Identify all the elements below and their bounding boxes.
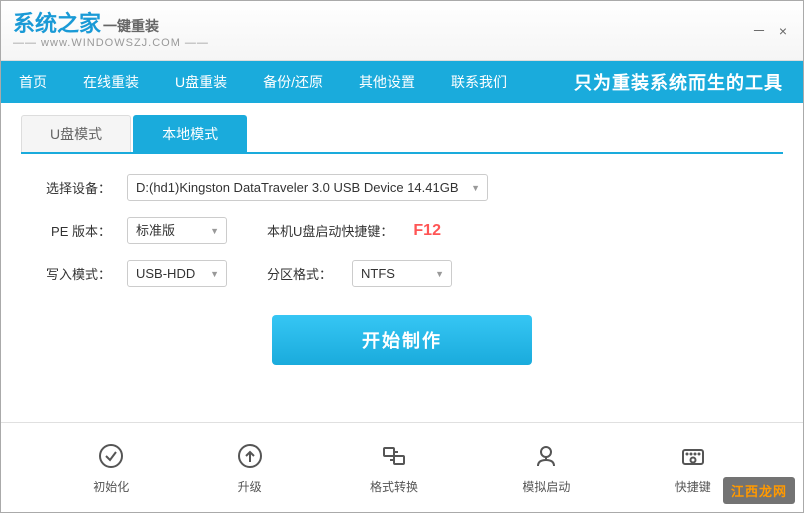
write-label: 写入模式： bbox=[41, 264, 111, 283]
close-button[interactable]: × bbox=[775, 23, 791, 39]
nav-item-contact[interactable]: 联系我们 bbox=[433, 61, 525, 103]
upgrade-icon bbox=[234, 440, 266, 472]
minimize-button[interactable]: － bbox=[751, 23, 767, 39]
nav-slogan: 只为重装系统而生的工具 bbox=[574, 69, 803, 95]
device-row: 选择设备： D:(hd1)Kingston DataTraveler 3.0 U… bbox=[41, 174, 763, 201]
partition-select-wrapper: NTFS bbox=[352, 260, 452, 287]
init-icon bbox=[95, 440, 127, 472]
title-text: 系统之家 bbox=[13, 11, 101, 36]
nav-item-backup[interactable]: 备份/还原 bbox=[245, 61, 341, 103]
bottom-bar: 初始化 升级 bbox=[1, 422, 803, 512]
write-row: 写入模式： USB-HDD 分区格式： NTFS bbox=[41, 260, 763, 287]
app-logo: 系统之家一键重装 —— www.WINDOWSZJ.COM —— bbox=[13, 13, 209, 49]
shortcut-icon bbox=[677, 440, 709, 472]
content-area: U盘模式 本地模式 选择设备： D:(hd1)Kingston DataTrav… bbox=[1, 103, 803, 512]
form-area: 选择设备： D:(hd1)Kingston DataTraveler 3.0 U… bbox=[1, 154, 803, 422]
simulate-label: 模拟启动 bbox=[522, 478, 570, 495]
pe-row: PE 版本： 标准版 本机U盘启动快捷键： F12 bbox=[41, 217, 763, 244]
pe-select[interactable]: 标准版 bbox=[127, 217, 227, 244]
shortcut-label: 快捷键 bbox=[675, 478, 711, 495]
window-controls: － × bbox=[751, 23, 791, 39]
nav-items: 首页 在线重装 U盘重装 备份/还原 其他设置 联系我们 bbox=[1, 61, 525, 103]
bottom-item-init[interactable]: 初始化 bbox=[93, 440, 129, 495]
pe-select-wrapper: 标准版 bbox=[127, 217, 227, 244]
titlebar: 系统之家一键重装 —— www.WINDOWSZJ.COM —— － × bbox=[1, 1, 803, 61]
hotkey-label: 本机U盘启动快捷键： bbox=[267, 221, 393, 240]
app-title: 系统之家一键重装 bbox=[13, 13, 159, 35]
init-label: 初始化 bbox=[93, 478, 129, 495]
write-select[interactable]: USB-HDD bbox=[127, 260, 227, 287]
nav-item-online[interactable]: 在线重装 bbox=[65, 61, 157, 103]
nav-item-settings[interactable]: 其他设置 bbox=[341, 61, 433, 103]
simulate-icon bbox=[530, 440, 562, 472]
device-select-wrapper: D:(hd1)Kingston DataTraveler 3.0 USB Dev… bbox=[127, 174, 488, 201]
bottom-item-upgrade[interactable]: 升级 bbox=[234, 440, 266, 495]
write-select-wrapper: USB-HDD bbox=[127, 260, 227, 287]
upgrade-label: 升级 bbox=[238, 478, 262, 495]
nav-item-home[interactable]: 首页 bbox=[1, 61, 65, 103]
navbar: 首页 在线重装 U盘重装 备份/还原 其他设置 联系我们 只为重装系统而生的工具 bbox=[1, 61, 803, 103]
device-select[interactable]: D:(hd1)Kingston DataTraveler 3.0 USB Dev… bbox=[127, 174, 488, 201]
partition-label: 分区格式： bbox=[267, 264, 332, 283]
tab-bar: U盘模式 本地模式 bbox=[21, 115, 783, 154]
yi-label: 一键重装 bbox=[103, 18, 159, 34]
format-label: 格式转换 bbox=[370, 478, 418, 495]
bottom-item-simulate[interactable]: 模拟启动 bbox=[522, 440, 570, 495]
bottom-item-format[interactable]: 格式转换 bbox=[370, 440, 418, 495]
tab-local[interactable]: 本地模式 bbox=[133, 115, 247, 152]
watermark: 江西龙网 bbox=[723, 477, 795, 504]
subtitle-text: —— www.WINDOWSZJ.COM —— bbox=[13, 37, 209, 49]
start-button[interactable]: 开始制作 bbox=[272, 315, 532, 365]
tab-usb[interactable]: U盘模式 bbox=[21, 115, 131, 152]
nav-item-usb[interactable]: U盘重装 bbox=[157, 61, 245, 103]
device-label: 选择设备： bbox=[41, 178, 111, 197]
format-icon bbox=[378, 440, 410, 472]
pe-label: PE 版本： bbox=[41, 221, 111, 240]
partition-select[interactable]: NTFS bbox=[352, 260, 452, 287]
bottom-item-shortcut[interactable]: 快捷键 bbox=[675, 440, 711, 495]
hotkey-value: F12 bbox=[413, 222, 441, 240]
